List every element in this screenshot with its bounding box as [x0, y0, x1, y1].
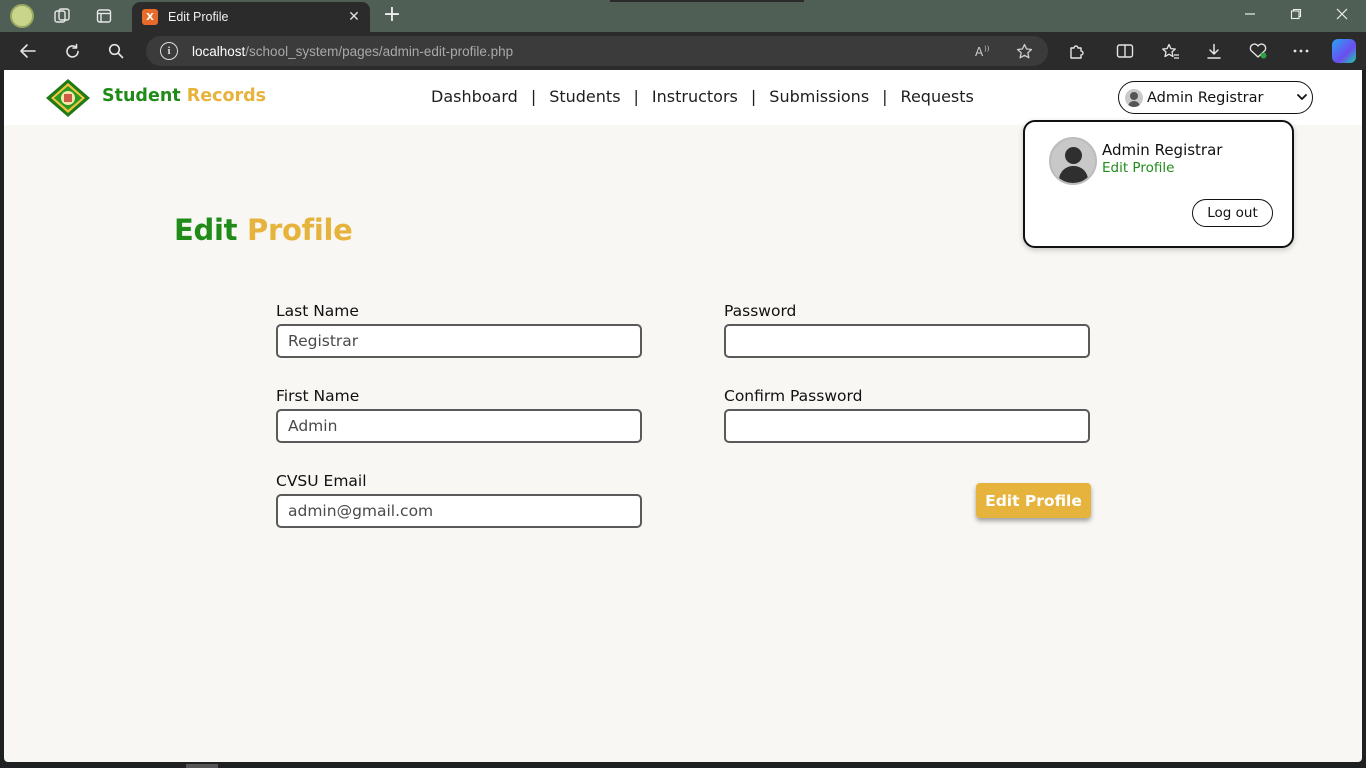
nav-separator: | [750, 87, 757, 106]
copilot-icon[interactable] [1332, 39, 1356, 63]
email-input[interactable] [276, 494, 642, 528]
tab-actions-icon[interactable] [92, 4, 116, 28]
page-title-part2: Profile [246, 213, 353, 247]
nav-requests[interactable]: Requests [901, 87, 974, 106]
nav-dashboard[interactable]: Dashboard [431, 87, 518, 106]
workspaces-icon[interactable] [50, 4, 74, 28]
nav-separator: | [882, 87, 888, 106]
url-text[interactable]: localhost/school_system/pages/admin-edit… [192, 44, 513, 59]
avatar-head [1065, 147, 1082, 164]
browser-tab-active[interactable]: X Edit Profile ✕ [132, 2, 370, 32]
last-name-input[interactable] [276, 324, 642, 358]
browser-tabstrip: X Edit Profile ✕ + [0, 0, 1366, 32]
school-logo-icon [46, 79, 90, 117]
top-navbar: Student Records Dashboard | Students | I… [4, 70, 1362, 125]
chevron-down-icon [1292, 91, 1312, 104]
dropdown-user-name: Admin Registrar [1102, 141, 1223, 159]
bottom-edge-nub [186, 764, 218, 768]
new-tab-icon[interactable]: + [380, 4, 404, 28]
email-label: CVSU Email [276, 472, 367, 490]
brand-name[interactable]: Student Records [102, 86, 266, 106]
search-icon[interactable] [103, 39, 129, 63]
site-info-icon[interactable]: i [160, 42, 178, 60]
browser-toolbar: i localhost/school_system/pages/admin-ed… [0, 32, 1366, 70]
password-input[interactable] [724, 324, 1090, 358]
brand-part-records: Records [186, 86, 267, 106]
edit-profile-submit-button[interactable]: Edit Profile [976, 483, 1091, 518]
split-screen-icon[interactable] [1112, 39, 1138, 63]
confirm-password-input[interactable] [724, 409, 1090, 443]
confirm-password-label: Confirm Password [724, 387, 863, 405]
profile-icon[interactable] [10, 4, 34, 28]
user-avatar-icon [1125, 88, 1143, 107]
favorite-icon[interactable] [1012, 39, 1036, 63]
last-name-label: Last Name [276, 302, 359, 320]
avatar [1049, 137, 1097, 185]
restore-icon[interactable] [1276, 4, 1316, 28]
page-viewport: Student Records Dashboard | Students | I… [4, 70, 1362, 762]
user-menu-select[interactable]: Admin Registrar [1118, 81, 1313, 114]
nav-separator: | [530, 87, 537, 106]
url-path: /school_system/pages/admin-edit-profile.… [245, 43, 514, 59]
main-menu: Dashboard | Students | Instructors | Sub… [431, 87, 974, 106]
refresh-icon[interactable] [59, 39, 85, 63]
user-menu-name: Admin Registrar [1147, 89, 1264, 106]
nav-submissions[interactable]: Submissions [769, 87, 869, 106]
browser-essentials-icon[interactable] [1245, 39, 1271, 63]
nav-students[interactable]: Students [549, 87, 620, 106]
first-name-input[interactable] [276, 409, 642, 443]
nav-instructors[interactable]: Instructors [652, 87, 738, 106]
avatar-body [1059, 166, 1088, 183]
first-name-label: First Name [276, 387, 360, 405]
close-window-icon[interactable] [1322, 4, 1362, 28]
minimize-icon[interactable] [1230, 4, 1270, 28]
user-dropdown: Admin Registrar Edit Profile Log out [1023, 120, 1294, 248]
bottom-edge [0, 762, 1366, 768]
password-label: Password [724, 302, 797, 320]
favorites-icon[interactable] [1157, 39, 1183, 63]
read-aloud-icon[interactable]: A)) [972, 39, 996, 63]
xampp-favicon-icon: X [142, 9, 158, 25]
svg-text:)): )) [984, 45, 990, 53]
svg-text:A: A [975, 45, 984, 58]
extensions-icon[interactable] [1064, 39, 1090, 63]
nav-separator: | [633, 87, 639, 106]
address-bar[interactable]: i localhost/school_system/pages/admin-ed… [146, 36, 1048, 66]
page-title: Edit Profile [174, 213, 353, 247]
tab-title: Edit Profile [168, 10, 229, 24]
more-icon[interactable] [1288, 39, 1314, 63]
logout-button[interactable]: Log out [1192, 199, 1273, 227]
edit-profile-link[interactable]: Edit Profile [1102, 160, 1174, 176]
brand-part-student: Student [102, 86, 181, 106]
tabstrip-divider [610, 0, 804, 2]
downloads-icon[interactable] [1201, 39, 1227, 63]
back-icon[interactable] [15, 39, 41, 63]
close-tab-icon[interactable]: ✕ [342, 9, 366, 25]
page-title-part1: Edit [174, 213, 238, 247]
url-host: localhost [192, 43, 246, 59]
